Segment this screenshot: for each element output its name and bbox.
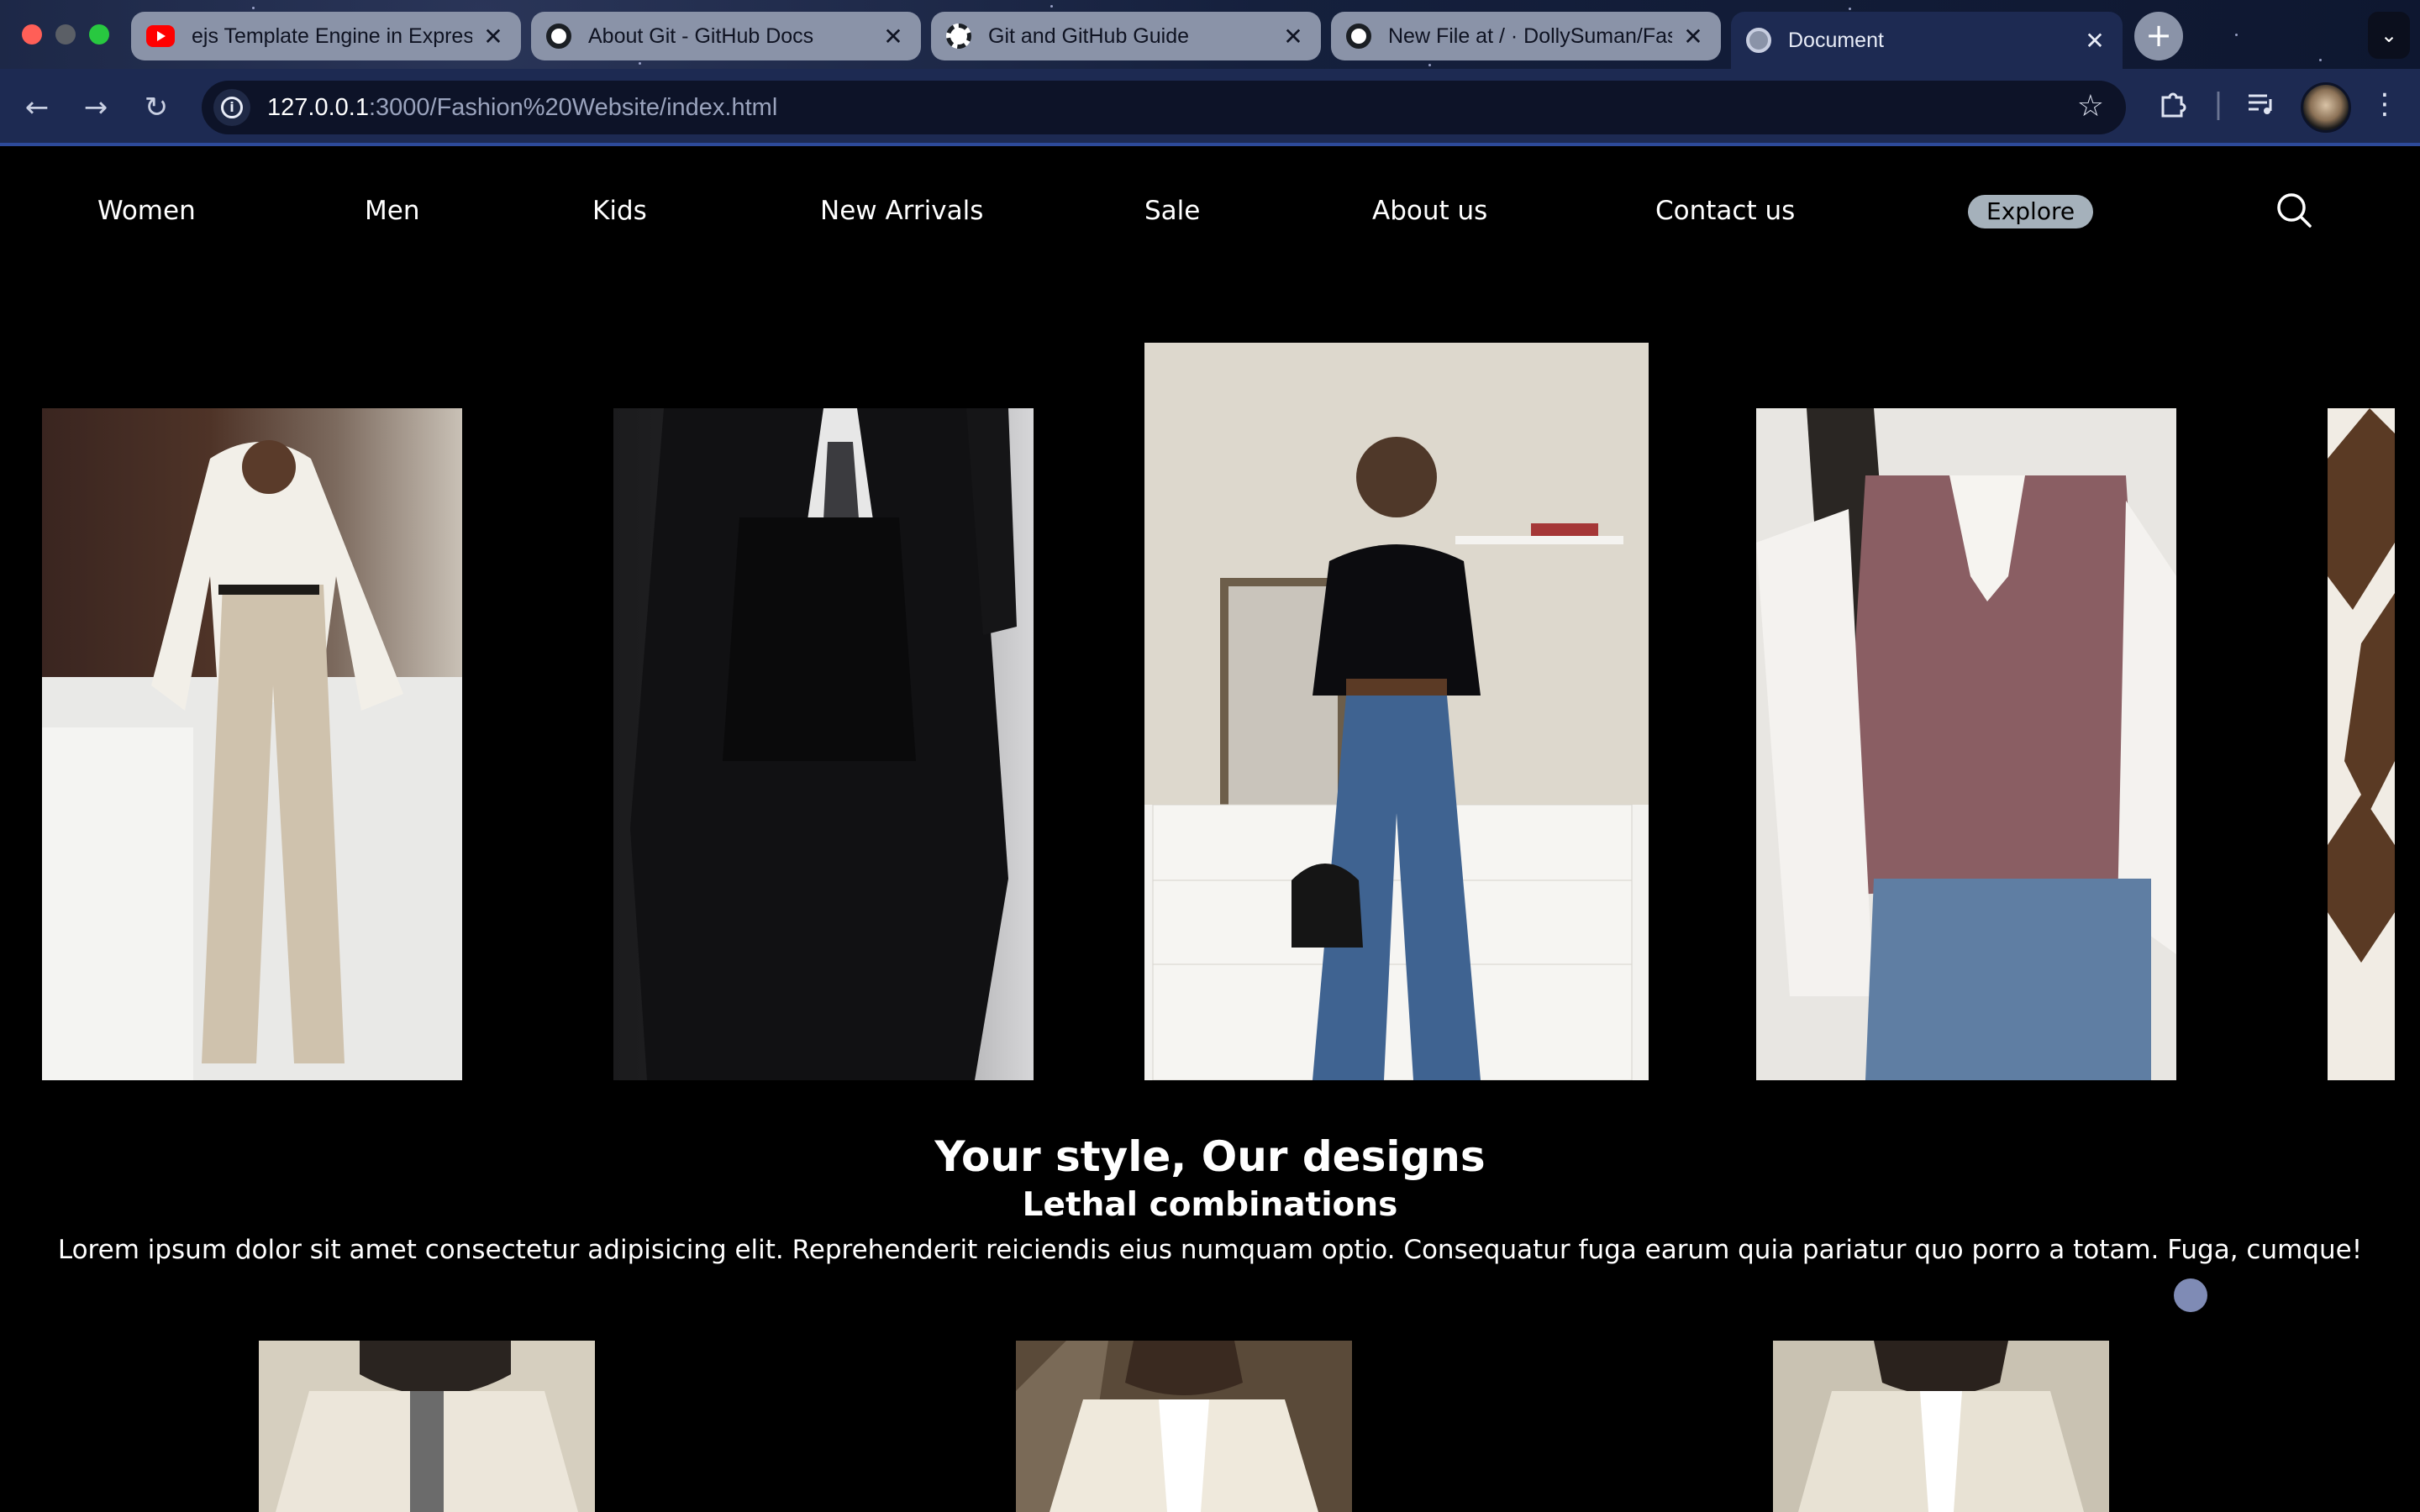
- hero-description: Lorem ipsum dolor sit amet consectetur a…: [57, 1235, 2363, 1265]
- url-text[interactable]: 127.0.0.1:3000/Fashion%20Website/index.h…: [267, 94, 777, 122]
- address-bar[interactable]: i 127.0.0.1:3000/Fashion%20Website/index…: [202, 81, 2126, 134]
- back-arrow-icon[interactable]: ←: [17, 87, 57, 128]
- extensions-icon[interactable]: [2153, 87, 2193, 129]
- tab-search-chevron-icon[interactable]: ⌄: [2368, 12, 2410, 59]
- nav-item-sale[interactable]: Sale: [1144, 196, 1200, 226]
- forward-arrow-icon[interactable]: →: [76, 87, 116, 128]
- tab-title: New File at / · DollySuman/Fashion: [1388, 24, 1672, 48]
- web-page: Women Men Kids New Arrivals Sale About u…: [0, 150, 2420, 1512]
- nav-item-new-arrivals[interactable]: New Arrivals: [820, 196, 983, 226]
- window-minimize-button[interactable]: [55, 24, 76, 45]
- nav-item-kids[interactable]: Kids: [592, 196, 647, 226]
- product-image-fleece-jacket[interactable]: [259, 1341, 595, 1512]
- nav-item-women[interactable]: Women: [97, 196, 196, 226]
- browser-toolbar: ← → ↻ i 127.0.0.1:3000/Fashion%20Website…: [0, 69, 2420, 146]
- browser-tab-strip: ejs Template Engine in Express ✕ About G…: [0, 0, 2420, 69]
- close-tab-icon[interactable]: ✕: [881, 23, 906, 50]
- mouse-cursor-indicator: [2174, 1278, 2207, 1312]
- nav-item-men[interactable]: Men: [365, 196, 419, 226]
- browser-tab-active[interactable]: Document ✕: [1731, 12, 2123, 69]
- browser-tab[interactable]: ejs Template Engine in Express ✕: [131, 12, 521, 60]
- close-tab-icon[interactable]: ✕: [1281, 23, 1306, 50]
- globe-icon: [1746, 28, 1771, 53]
- tab-title: About Git - GitHub Docs: [588, 24, 814, 48]
- browser-tab[interactable]: Git and GitHub Guide ✕: [931, 12, 1321, 60]
- site-info-icon[interactable]: i: [213, 89, 250, 126]
- media-queue-icon[interactable]: [2240, 87, 2281, 129]
- browser-tab[interactable]: About Git - GitHub Docs ✕: [531, 12, 921, 60]
- close-tab-icon[interactable]: ✕: [1681, 23, 1706, 50]
- profile-avatar[interactable]: [2301, 82, 2351, 133]
- tab-title: Git and GitHub Guide: [988, 24, 1190, 48]
- browser-tab[interactable]: New File at / · DollySuman/Fashion ✕: [1331, 12, 1721, 60]
- tab-title: ejs Template Engine in Express: [192, 24, 472, 48]
- window-close-button[interactable]: [22, 24, 42, 45]
- hero-title: Your style, Our designs: [934, 1132, 1486, 1181]
- close-tab-icon[interactable]: ✕: [2082, 27, 2107, 55]
- carousel-image-jeans-mirror[interactable]: [1144, 343, 1649, 1080]
- new-tab-button[interactable]: +: [2134, 12, 2183, 60]
- carousel-image-cream-suit[interactable]: [42, 408, 462, 1080]
- carousel-image-black-suit[interactable]: [613, 408, 1034, 1080]
- nav-item-about-us[interactable]: About us: [1372, 196, 1487, 226]
- carousel-image-checkered-partial[interactable]: [2328, 408, 2395, 1080]
- search-icon[interactable]: [2275, 192, 2312, 228]
- openai-icon: [946, 24, 971, 49]
- github-icon: [546, 24, 571, 49]
- product-image-cream-jacket[interactable]: [1016, 1341, 1352, 1512]
- github-icon: [1346, 24, 1371, 49]
- reload-icon[interactable]: ↻: [136, 87, 176, 128]
- toolbar-divider: |: [2213, 87, 2223, 121]
- tab-title: Document: [1788, 28, 1884, 52]
- explore-button[interactable]: Explore: [1968, 195, 2094, 228]
- youtube-icon: [146, 25, 175, 47]
- nav-item-contact-us[interactable]: Contact us: [1655, 196, 1795, 226]
- hero-subtitle: Lethal combinations: [1022, 1186, 1398, 1224]
- carousel-image-knit-vest[interactable]: [1756, 408, 2176, 1080]
- window-maximize-button[interactable]: [89, 24, 109, 45]
- product-image-shirt-jacket[interactable]: [1773, 1341, 2109, 1512]
- bookmark-star-icon[interactable]: ☆: [2077, 89, 2104, 123]
- close-tab-icon[interactable]: ✕: [481, 23, 506, 50]
- more-menu-icon[interactable]: ⋮: [2365, 87, 2405, 121]
